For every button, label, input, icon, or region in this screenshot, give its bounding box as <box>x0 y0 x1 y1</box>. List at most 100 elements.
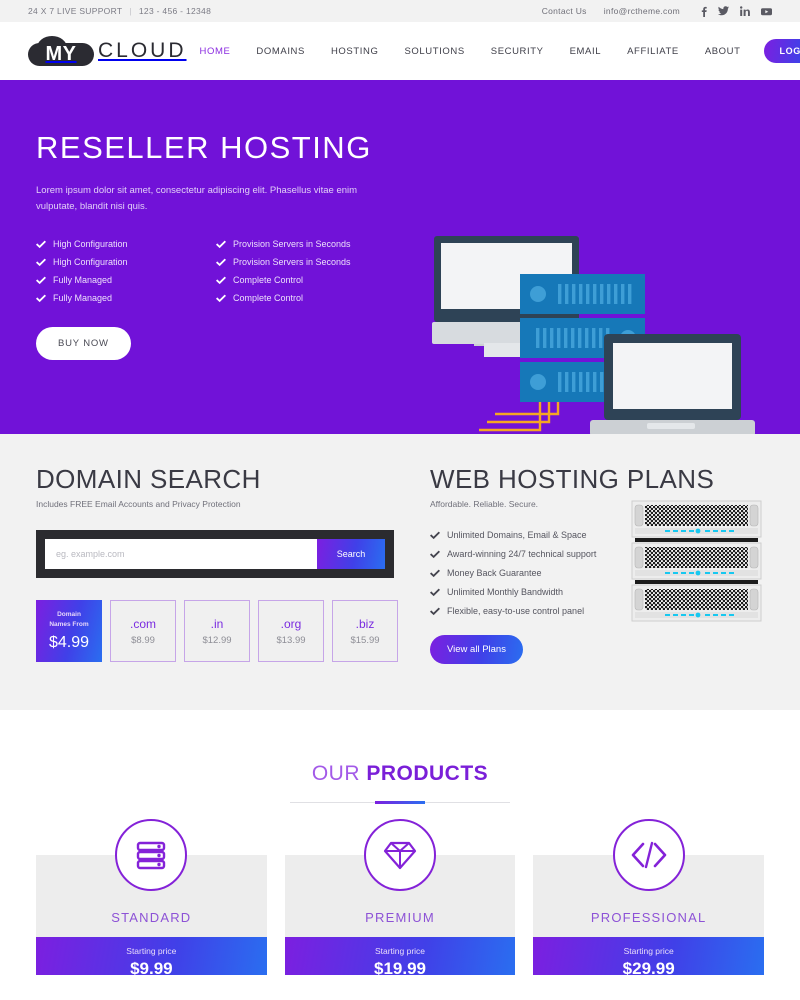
hero-title: RESELLER HOSTING <box>36 130 372 165</box>
hosting-feature-label: Award-winning 24/7 technical support <box>447 549 597 559</box>
hero-feature-item: High Configuration <box>36 257 216 267</box>
nav-item-hosting[interactable]: HOSTING <box>318 46 391 57</box>
nav-item-solutions[interactable]: SOLUTIONS <box>391 46 477 57</box>
tld-card-org[interactable]: .org $13.99 <box>258 600 324 662</box>
search-input[interactable] <box>45 539 317 569</box>
hosting-feature-label: Unlimited Monthly Bandwidth <box>447 587 564 597</box>
logo-secondary-text: CLOUD <box>98 39 187 62</box>
hero-feature-label: Fully Managed <box>53 293 113 304</box>
product-cards: STANDARD Starting price $9.99 PREMIUM St… <box>0 819 800 978</box>
products-title-bold: PRODUCTS <box>366 762 489 785</box>
hero-feature-item: Provision Servers in Seconds <box>216 257 416 267</box>
product-name: PREMIUM <box>365 910 435 925</box>
tld-price: $15.99 <box>350 634 380 646</box>
tld-name: .biz <box>355 616 375 631</box>
hero-feature-item: Provision Servers in Seconds <box>216 239 416 249</box>
hero-subtitle: Lorem ipsum dolor sit amet, consectetur … <box>36 185 358 212</box>
tld-price-list: Domain Names From $4.99 .com $8.99 .in $… <box>36 600 416 662</box>
hero-feature-label: Provision Servers in Seconds <box>233 257 351 268</box>
facebook-icon[interactable] <box>701 6 707 17</box>
nav-item-about[interactable]: ABOUT <box>692 46 754 57</box>
search-button[interactable]: Search <box>317 539 385 569</box>
hero-section: RESELLER HOSTING Lorem ipsum dolor sit a… <box>0 80 800 434</box>
hero-feature-item: Fully Managed <box>36 275 216 285</box>
product-name: STANDARD <box>111 910 192 925</box>
code-brackets-icon <box>612 819 685 891</box>
email-link[interactable]: info@rctheme.com <box>604 6 680 16</box>
tld-price: $12.99 <box>202 634 232 646</box>
product-price-band: Starting price $9.99 <box>36 937 267 978</box>
nav-item-security[interactable]: SECURITY <box>478 46 557 57</box>
domain-search-subtitle: Includes FREE Email Accounts and Privacy… <box>36 499 241 509</box>
check-icon <box>36 240 46 249</box>
hero-illustration <box>432 236 755 434</box>
hero-feature-label: Complete Control <box>233 293 304 304</box>
support-text: 24 X 7 LIVE SUPPORT <box>28 6 123 16</box>
top-bar: 24 X 7 LIVE SUPPORT | 123 - 456 - 12348 … <box>0 0 800 22</box>
tld-card-biz[interactable]: .biz $15.99 <box>332 600 398 662</box>
tld-featured-card[interactable]: Domain Names From $4.99 <box>36 600 102 662</box>
check-icon <box>430 569 440 577</box>
tld-featured-line2: Names From <box>49 621 89 628</box>
product-card-standard[interactable]: STANDARD Starting price $9.99 <box>36 819 267 978</box>
check-icon <box>216 276 226 285</box>
check-icon <box>216 258 226 267</box>
check-icon <box>430 531 440 539</box>
product-price: $9.99 <box>130 959 173 978</box>
hosting-plans-panel: WEB HOSTING PLANS Affordable. Reliable. … <box>416 466 772 710</box>
product-price: $19.99 <box>374 959 426 978</box>
server-rack-image <box>629 498 764 623</box>
tld-card-com[interactable]: .com $8.99 <box>110 600 176 662</box>
tld-name: .org <box>280 616 302 631</box>
nav-item-affiliate[interactable]: AFFILIATE <box>614 46 692 57</box>
check-icon <box>430 550 440 558</box>
check-icon <box>36 258 46 267</box>
main-navigation: HOME DOMAINS HOSTING SOLUTIONS SECURITY … <box>187 39 800 63</box>
youtube-icon[interactable] <box>761 7 772 16</box>
tld-name: .com <box>129 616 156 631</box>
site-header: MY CLOUD HOME DOMAINS HOSTING SOLUTIONS … <box>0 22 800 80</box>
product-price: $29.99 <box>622 959 675 978</box>
hosting-feature-label: Money Back Guarantee <box>447 568 542 578</box>
social-links <box>701 6 772 17</box>
hero-feature-label: Provision Servers in Seconds <box>233 239 351 250</box>
mid-section: DOMAIN SEARCH Includes FREE Email Accoun… <box>0 434 800 710</box>
hero-feature-item: High Configuration <box>36 239 216 249</box>
tld-card-in[interactable]: .in $12.99 <box>184 600 250 662</box>
hero-feature-label: Fully Managed <box>53 275 113 286</box>
check-icon <box>430 588 440 596</box>
product-card-premium[interactable]: PREMIUM Starting price $19.99 <box>284 819 516 978</box>
logo-primary-text: MY <box>45 42 77 65</box>
support-phone: 123 - 456 - 12348 <box>138 6 212 16</box>
top-bar-right: Contact Us info@rctheme.com <box>542 6 772 17</box>
view-all-plans-button[interactable]: View all Plans <box>430 635 523 664</box>
tld-price: $13.99 <box>276 634 306 646</box>
tld-featured-line1: Domain <box>57 611 81 619</box>
product-price-band: Starting price $19.99 <box>284 937 516 978</box>
buy-now-button[interactable]: BUY NOW <box>36 327 131 361</box>
diamond-icon <box>364 819 436 891</box>
nav-item-email[interactable]: EMAIL <box>557 46 615 57</box>
hero-feature-item: Fully Managed <box>36 293 216 303</box>
nav-item-domains[interactable]: DOMAINS <box>243 46 318 57</box>
product-card-professional[interactable]: PROFESSIONAL Starting price $29.99 <box>533 819 765 978</box>
hero-feature-item: Complete Control <box>216 293 416 303</box>
hero-feature-label: High Configuration <box>53 239 128 250</box>
twitter-icon[interactable] <box>718 6 729 16</box>
hero-feature-item: Complete Control <box>216 275 416 285</box>
check-icon <box>430 607 440 615</box>
top-bar-separator: | <box>129 6 132 16</box>
login-button[interactable]: LOGIN <box>763 39 800 63</box>
product-name: PROFESSIONAL <box>590 910 707 925</box>
logo[interactable]: MY CLOUD <box>28 36 187 66</box>
top-bar-left: 24 X 7 LIVE SUPPORT | 123 - 456 - 12348 <box>28 6 211 16</box>
tld-name: .in <box>210 616 224 631</box>
nav-item-home[interactable]: HOME <box>187 46 244 57</box>
hosting-feature-label: Unlimited Domains, Email & Space <box>447 530 587 540</box>
linkedin-icon[interactable] <box>740 6 750 16</box>
product-price-band: Starting price $29.99 <box>533 937 765 978</box>
hosting-plans-title: WEB HOSTING PLANS <box>430 464 715 494</box>
contact-us-link[interactable]: Contact Us <box>542 6 587 16</box>
domain-search-title: DOMAIN SEARCH <box>36 464 261 494</box>
products-section: OUR PRODUCTS STANDARD Starting price $9.… <box>0 710 800 978</box>
